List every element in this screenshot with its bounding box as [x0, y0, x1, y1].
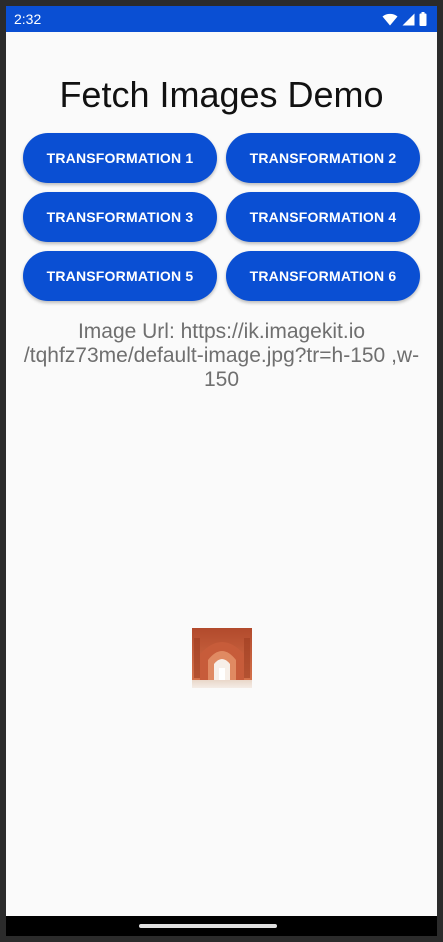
status-icons [382, 12, 427, 26]
battery-icon [419, 12, 427, 26]
transformation-6-button[interactable]: TRANSFORMATION 6 [226, 251, 420, 301]
transformation-3-button[interactable]: TRANSFORMATION 3 [23, 192, 217, 242]
navigation-bar [6, 916, 437, 936]
signal-icon [402, 13, 415, 26]
image-url-text: Image Url: https://ik.imagekit.io /tqhfz… [23, 320, 420, 391]
wifi-icon [382, 13, 398, 26]
page-title: Fetch Images Demo [59, 74, 384, 115]
transformation-4-button[interactable]: TRANSFORMATION 4 [226, 192, 420, 242]
app-screen: 2:32 Fetch Images Demo TRANSFORMATION 1 [6, 6, 437, 936]
transformation-5-button[interactable]: TRANSFORMATION 5 [23, 251, 217, 301]
home-gesture-handle[interactable] [139, 924, 277, 928]
transformation-2-button[interactable]: TRANSFORMATION 2 [226, 133, 420, 183]
status-time: 2:32 [14, 11, 42, 27]
status-bar: 2:32 [6, 6, 437, 32]
fetched-image [192, 628, 252, 688]
transformation-1-button[interactable]: TRANSFORMATION 1 [23, 133, 217, 183]
